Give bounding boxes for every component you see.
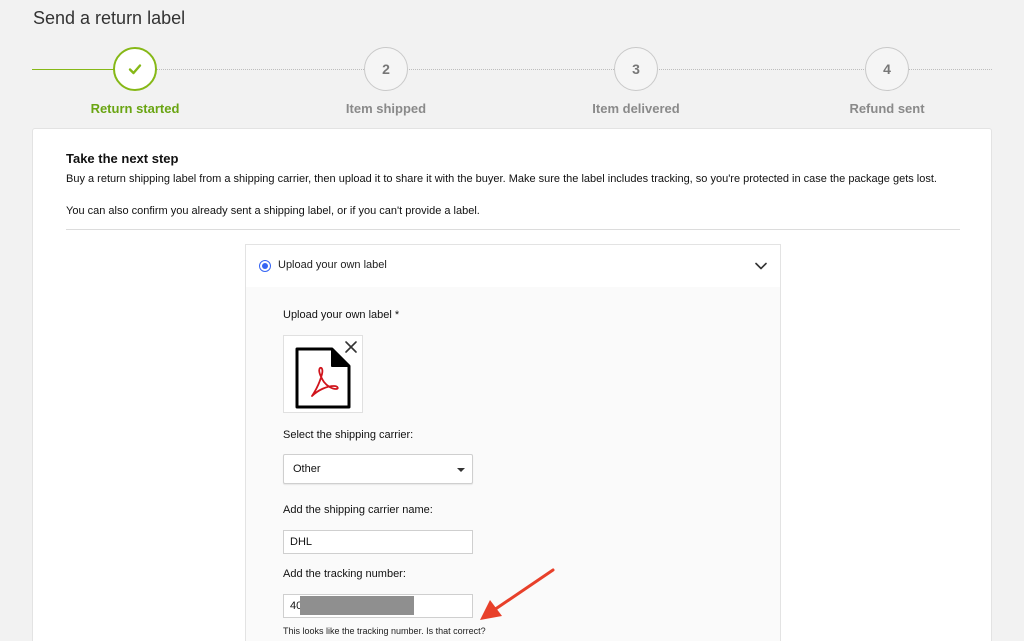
step-item-shipped: 2 Item shipped xyxy=(306,46,466,116)
carrier-name-input[interactable] xyxy=(283,530,473,554)
step-circle: 3 xyxy=(614,47,658,91)
step-label: Refund sent xyxy=(849,101,925,116)
checkmark-icon xyxy=(128,64,142,75)
step-item-delivered: 3 Item delivered xyxy=(556,46,716,116)
next-step-description: Buy a return shipping label from a shipp… xyxy=(66,173,937,185)
upload-label-radio[interactable] xyxy=(259,260,271,272)
tracking-number-hint: This looks like the tracking number. Is … xyxy=(283,626,486,636)
step-label: Item delivered xyxy=(592,101,680,116)
carrier-select-label: Select the shipping carrier: xyxy=(283,429,414,441)
upload-label-option-label: Upload your own label xyxy=(278,259,387,271)
carrier-name-label: Add the shipping carrier name: xyxy=(283,504,433,516)
tracking-number-label: Add the tracking number: xyxy=(283,568,406,580)
step-refund-sent: 4 Refund sent xyxy=(807,46,967,116)
next-step-title: Take the next step xyxy=(66,151,179,166)
next-step-alternative-text: You can also confirm you already sent a … xyxy=(66,205,480,217)
upload-field-label: Upload your own label * xyxy=(283,309,400,321)
step-return-started: Return started xyxy=(55,46,215,116)
progress-stepper: Return started 2 Item shipped 3 Item del… xyxy=(0,46,1024,116)
upload-label-option[interactable]: Upload your own label xyxy=(245,244,781,288)
caret-down-icon xyxy=(457,468,465,472)
red-arrow-icon xyxy=(480,568,555,620)
step-circle: 2 xyxy=(364,47,408,91)
chevron-down-icon[interactable] xyxy=(754,259,768,273)
tracking-number-field xyxy=(283,594,473,618)
step-label: Item shipped xyxy=(345,101,427,116)
divider xyxy=(66,229,960,230)
carrier-select[interactable]: Other xyxy=(283,454,473,484)
next-step-card: Take the next step Buy a return shipping… xyxy=(32,128,992,641)
step-circle xyxy=(113,47,157,91)
uploaded-file-thumbnail xyxy=(283,335,363,413)
pdf-file-icon xyxy=(295,347,351,409)
carrier-select-value: Other xyxy=(293,463,321,475)
redaction-block xyxy=(300,596,414,615)
step-label: Return started xyxy=(90,101,180,116)
close-icon[interactable] xyxy=(343,339,359,355)
step-circle: 4 xyxy=(865,47,909,91)
page-title: Send a return label xyxy=(33,8,186,28)
